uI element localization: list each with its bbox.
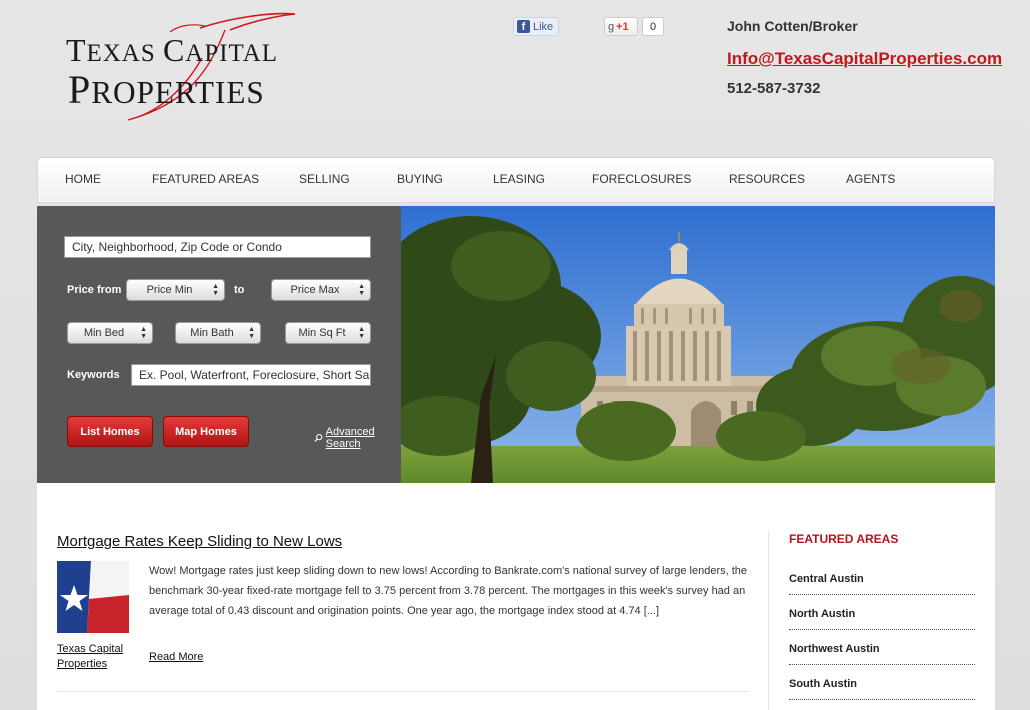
dotted-separator — [789, 699, 975, 700]
featured-area-north-austin[interactable]: North Austin — [789, 608, 975, 630]
dotted-separator — [789, 664, 975, 665]
gplus-label: +1 — [616, 20, 629, 33]
keywords-label: Keywords — [67, 369, 120, 381]
nav-selling[interactable]: SELLING — [299, 172, 350, 186]
featured-area-label: Central Austin — [789, 573, 864, 585]
advanced-search-link[interactable]: Advanced Search — [314, 426, 401, 450]
nav-resources[interactable]: RESOURCES — [729, 172, 805, 186]
min-sqft-value: Min Sq Ft — [298, 327, 346, 339]
texas-flag-icon — [57, 561, 129, 633]
site-logo[interactable]: TEXAS CAPITAL PROPERTIES — [60, 8, 310, 128]
facebook-icon: f — [517, 20, 530, 33]
min-bed-value: Min Bed — [83, 327, 125, 339]
post-divider — [57, 691, 748, 692]
google-icon: g — [608, 20, 615, 33]
thumbnail-caption-link[interactable]: Texas Capital Properties — [57, 642, 137, 672]
read-more-link[interactable]: Read More — [149, 651, 203, 663]
price-from-label: Price from — [67, 284, 122, 296]
min-bath-select[interactable]: Min Bath ▲ ▼ — [175, 322, 261, 344]
search-icon — [314, 434, 323, 442]
select-arrows-icon: ▲ ▼ — [358, 326, 365, 340]
featured-area-central-austin[interactable]: Central Austin — [789, 573, 975, 595]
select-arrows-icon: ▲ ▼ — [248, 326, 255, 340]
property-search-panel: City, Neighborhood, Zip Code or Condo Pr… — [37, 206, 401, 493]
contact-email-link[interactable]: Info@TexasCapitalProperties.com — [727, 49, 1002, 69]
featured-areas-title: FEATURED AREAS — [789, 532, 899, 546]
logo-line1: TEXAS CAPITAL — [66, 32, 279, 68]
sidebar-divider — [768, 531, 769, 710]
price-max-value: Price Max — [290, 284, 340, 296]
featured-area-label: South Austin — [789, 678, 858, 690]
price-min-select[interactable]: Price Min ▲ ▼ — [126, 279, 225, 301]
google-plus-button[interactable]: g +1 — [604, 17, 638, 36]
featured-area-label: Northwest Austin — [789, 643, 880, 655]
dotted-separator — [789, 594, 975, 595]
price-max-select[interactable]: Price Max ▲ ▼ — [271, 279, 371, 301]
nav-foreclosures[interactable]: FORECLOSURES — [592, 172, 691, 186]
nav-agents[interactable]: AGENTS — [846, 172, 895, 186]
map-homes-button[interactable]: Map Homes — [163, 416, 249, 447]
min-bath-value: Min Bath — [190, 327, 234, 339]
gplus-count: 0 — [642, 17, 664, 36]
featured-area-south-austin[interactable]: South Austin — [789, 678, 975, 700]
select-arrows-icon: ▲ ▼ — [140, 326, 147, 340]
post-title-link[interactable]: Mortgage Rates Keep Sliding to New Lows — [57, 533, 342, 550]
nav-leasing[interactable]: LEASING — [493, 172, 545, 186]
list-homes-button[interactable]: List Homes — [67, 416, 153, 447]
content-area: Mortgage Rates Keep Sliding to New Lows … — [37, 483, 995, 710]
post-excerpt: Wow! Mortgage rates just keep sliding do… — [149, 565, 748, 617]
select-arrows-icon: ▲ ▼ — [212, 283, 219, 297]
contact-phone: 512-587-3732 — [727, 80, 821, 97]
like-label: Like — [533, 20, 554, 33]
logo-line2: PROPERTIES — [68, 67, 265, 112]
price-min-value: Price Min — [146, 284, 193, 296]
min-sqft-select[interactable]: Min Sq Ft ▲ ▼ — [285, 322, 371, 344]
main-nav: HOME FEATURED AREAS SELLING BUYING LEASI… — [37, 157, 995, 203]
nav-featured-areas[interactable]: FEATURED AREAS — [152, 172, 259, 186]
hero-capitol-image — [401, 206, 995, 483]
to-label: to — [234, 284, 245, 296]
contact-name: John Cotten/Broker — [727, 18, 858, 34]
capitol-illustration — [401, 206, 995, 483]
location-input[interactable]: City, Neighborhood, Zip Code or Condo — [64, 236, 371, 258]
select-arrows-icon: ▲ ▼ — [358, 283, 365, 297]
dotted-separator — [789, 629, 975, 630]
nav-buying[interactable]: BUYING — [397, 172, 443, 186]
keywords-input[interactable]: Ex. Pool, Waterfront, Foreclosure, Short… — [131, 364, 371, 386]
advanced-search-label: Advanced Search — [325, 426, 375, 450]
post-thumbnail[interactable] — [57, 561, 129, 633]
facebook-like-button[interactable]: f Like — [513, 17, 559, 36]
nav-home[interactable]: HOME — [65, 172, 101, 186]
min-bed-select[interactable]: Min Bed ▲ ▼ — [67, 322, 153, 344]
featured-area-northwest-austin[interactable]: Northwest Austin — [789, 643, 975, 665]
featured-area-label: North Austin — [789, 608, 856, 620]
